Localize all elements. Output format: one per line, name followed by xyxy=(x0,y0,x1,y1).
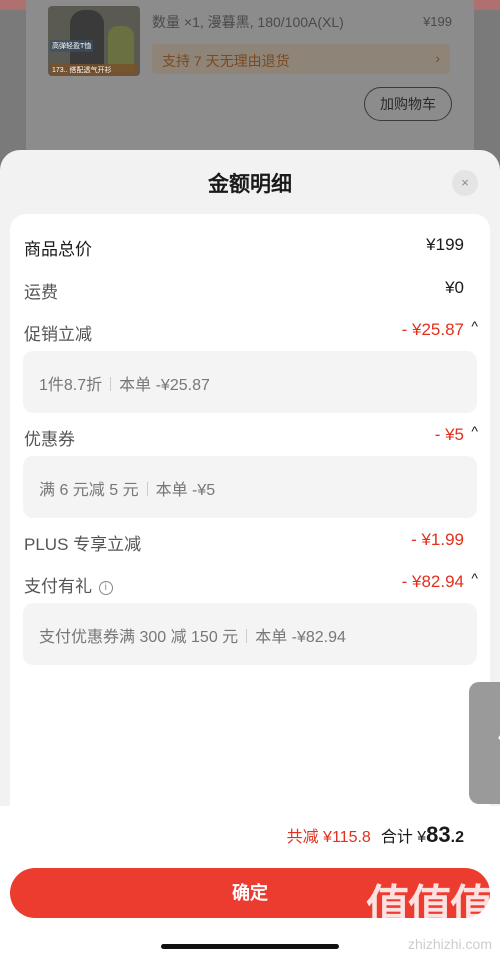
divider xyxy=(146,482,148,496)
divider xyxy=(246,629,248,643)
product-thumbnail: 高弹轻盈T恤 173.. 搭配透气开衫 xyxy=(48,6,140,76)
coupon-detail-text: 满 6 元减 5 元本单 -¥5 xyxy=(39,476,215,500)
promo-detail-text: 1件8.7折 本单 -¥25.87 xyxy=(39,371,210,395)
footer-bar: 共减 ¥115.8 合计 ¥83.2 确定 值值值 zhizhizhi.com xyxy=(0,806,500,962)
goods-total-label: 商品总价 xyxy=(24,240,92,259)
chevron-up-icon[interactable]: ^ xyxy=(471,570,478,586)
info-icon[interactable]: i xyxy=(98,581,113,595)
chevron-up-icon[interactable]: ^ xyxy=(471,423,478,439)
plus-value: - ¥1.99 xyxy=(411,530,464,549)
pay-gift-detail-right: 本单 -¥82.94 xyxy=(255,629,346,646)
divider xyxy=(110,377,112,391)
close-icon[interactable]: × xyxy=(452,170,478,196)
shipping-value: ¥0 xyxy=(445,278,464,297)
promo-label: 促销立减 xyxy=(24,325,92,344)
product-spec: 数量 ×1, 漫暮黑, 180/100A(XL) xyxy=(152,14,344,30)
pay-gift-value: - ¥82.94 xyxy=(401,572,464,591)
sheet-title: 金额明细 xyxy=(208,173,292,196)
row-coupon[interactable]: 优惠券 - ¥5 ^ xyxy=(24,420,478,450)
coupon-value: - ¥5 xyxy=(434,425,464,444)
row-goods-total: 商品总价 ¥199 xyxy=(24,230,476,260)
chevron-up-icon[interactable]: ^ xyxy=(471,318,478,334)
shipping-label: 运费 xyxy=(24,283,58,302)
home-indicator xyxy=(161,944,339,949)
total-reduction: 共减 ¥115.8 xyxy=(286,829,371,846)
pay-gift-detail-box: 支付优惠券满 300 减 150 元本单 -¥82.94 xyxy=(23,603,477,665)
plus-label: PLUS 专享立减 xyxy=(24,535,142,554)
goods-total-value: ¥199 xyxy=(426,235,464,254)
total-integer: 83 xyxy=(426,822,451,847)
row-promo[interactable]: 促销立减 - ¥25.87 ^ xyxy=(24,315,478,345)
coupon-detail-right: 本单 -¥5 xyxy=(155,482,216,499)
pay-gift-label: 支付有礼 xyxy=(24,577,92,596)
pay-gift-label-wrap: 支付有礼 i xyxy=(24,572,113,597)
pay-gift-detail-left: 支付优惠券满 300 减 150 元 xyxy=(39,629,239,646)
watermark-logo: 值值值 xyxy=(366,882,494,931)
promo-detail-left: 1件8.7折 xyxy=(39,377,103,394)
price-summary: 共减 ¥115.8 合计 ¥83.2 xyxy=(287,822,464,848)
promo-detail-box: 1件8.7折 本单 -¥25.87 xyxy=(23,351,477,413)
thumbnail-tag-2: 173.. 搭配透气开衫 xyxy=(50,64,138,76)
total-prefix: 合计 ¥ xyxy=(380,829,427,846)
promo-detail-right: 本单 -¥25.87 xyxy=(119,377,210,394)
row-shipping: 运费 ¥0 xyxy=(24,273,476,303)
return-policy-text: 支持 7 天无理由退货 xyxy=(162,53,290,69)
product-price: ¥199 xyxy=(423,14,452,29)
side-drawer-handle[interactable]: 〈 xyxy=(469,682,500,804)
promo-value: - ¥25.87 xyxy=(401,320,464,339)
coupon-detail-box: 满 6 元减 5 元本单 -¥5 xyxy=(23,456,477,518)
thumbnail-tag: 高弹轻盈T恤 xyxy=(50,40,94,52)
row-plus: PLUS 专享立减 - ¥1.99 xyxy=(24,525,476,555)
chevron-right-icon: › xyxy=(435,50,440,66)
coupon-detail-left: 满 6 元减 5 元 xyxy=(39,482,139,499)
row-pay-gift[interactable]: 支付有礼 i - ¥82.94 ^ xyxy=(24,567,478,597)
chevron-left-icon: 〈 xyxy=(476,718,500,762)
pay-gift-detail-text: 支付优惠券满 300 减 150 元本单 -¥82.94 xyxy=(39,623,346,647)
total-decimal: .2 xyxy=(450,829,464,846)
detail-panel: 商品总价 ¥199 运费 ¥0 促销立减 - ¥25.87 ^ 1件8.7折 本单… xyxy=(10,214,490,826)
add-to-cart-button: 加购物车 xyxy=(364,87,452,121)
return-policy-banner: 支持 7 天无理由退货 › xyxy=(152,44,450,74)
watermark-url: zhizhizhi.com xyxy=(407,936,492,952)
coupon-label: 优惠券 xyxy=(24,430,75,449)
